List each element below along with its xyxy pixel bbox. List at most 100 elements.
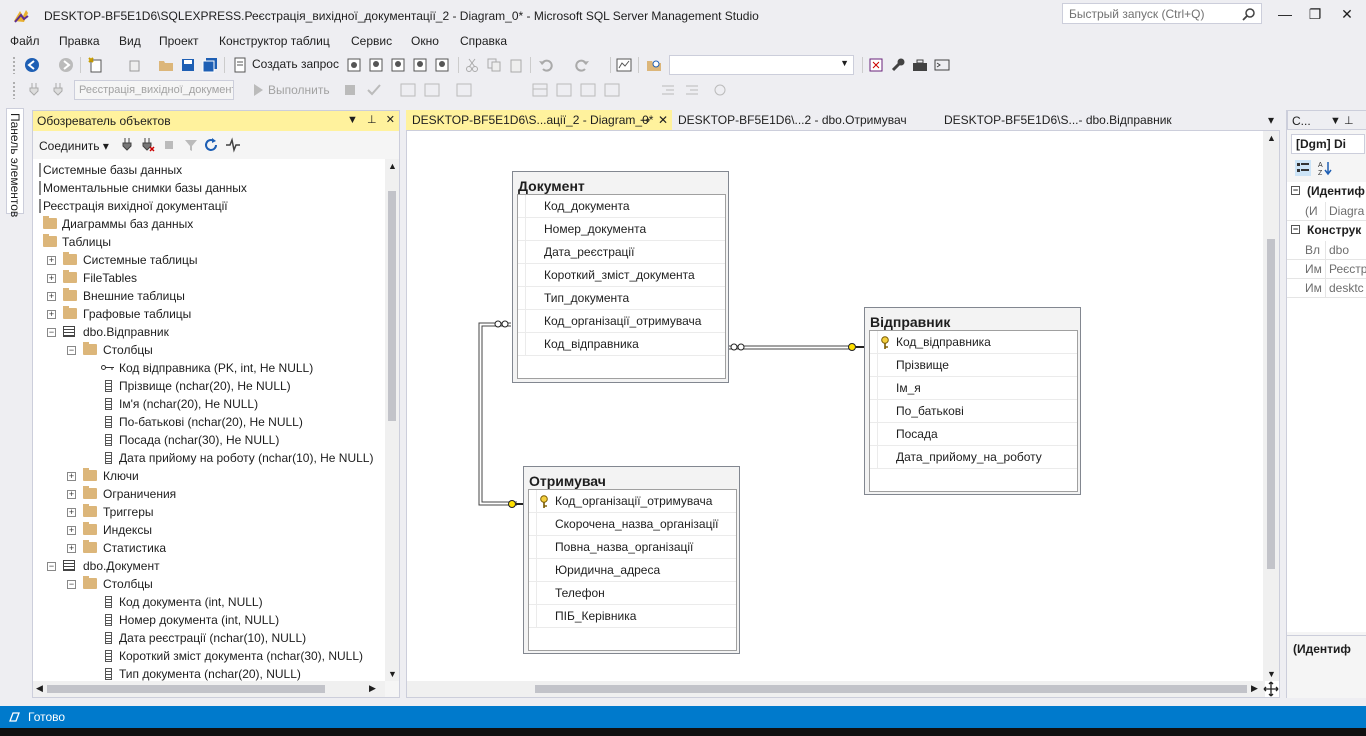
filter-icon[interactable]	[183, 137, 199, 153]
toolbox-icon[interactable]	[912, 57, 928, 73]
entity-column-row[interactable]: Короткий_зміст_документа	[518, 264, 725, 287]
activity-monitor-icon[interactable]	[616, 57, 632, 73]
row-selector[interactable]	[870, 354, 878, 377]
object-selector-combo[interactable]: [Dgm] Di	[1291, 134, 1365, 154]
entity-column-row[interactable]: Номер_документа	[518, 218, 725, 241]
tree-node[interactable]: Дата прийому на роботу (nchar(10), Не NU…	[33, 449, 385, 467]
expand-icon[interactable]: +	[67, 526, 76, 535]
forward-icon[interactable]	[58, 57, 74, 73]
horizontal-scrollbar[interactable]: ▶	[407, 681, 1265, 697]
vertical-scrollbar[interactable]: ▲ ▼	[1263, 131, 1279, 681]
mdx-query-icon[interactable]	[368, 57, 384, 73]
menu-tools[interactable]: Сервис	[351, 34, 392, 48]
toolbox-tab[interactable]: Панель элементов	[6, 108, 24, 217]
row-selector[interactable]	[870, 400, 878, 423]
new-query-icon[interactable]	[232, 57, 248, 73]
menu-window[interactable]: Окно	[411, 34, 439, 48]
entity-column-row[interactable]: По_батькові	[870, 400, 1077, 423]
pin-icon[interactable]: ⊥	[367, 114, 377, 126]
menu-file[interactable]: Файл	[10, 34, 40, 48]
scrollbar-thumb[interactable]	[47, 685, 325, 693]
pin-tab-icon[interactable]: ⊸	[640, 113, 650, 127]
results-to-grid-icon[interactable]	[532, 82, 548, 98]
row-selector[interactable]	[870, 377, 878, 400]
menu-view[interactable]: Вид	[119, 34, 141, 48]
horizontal-scrollbar[interactable]: ◀ ▶	[33, 681, 385, 697]
tree-node[interactable]: Моментальные снимки базы данных	[33, 179, 385, 197]
entity-otrymuvach[interactable]: Отримувач Код_організації_отримувача Скор…	[523, 466, 740, 654]
copy-icon[interactable]	[486, 57, 502, 73]
relationship-document-vidpravnyk[interactable]	[729, 343, 864, 351]
parse-checkmark-icon[interactable]	[366, 82, 382, 98]
tree-node[interactable]: − dbo.Документ	[33, 557, 385, 575]
change-connection-icon[interactable]	[50, 82, 66, 98]
find-in-files-icon[interactable]	[646, 57, 662, 73]
entity-column-row[interactable]: Дата_реєстрації	[518, 241, 725, 264]
tree-node[interactable]: + Индексы	[33, 521, 385, 539]
scroll-left-arrow-icon[interactable]: ◀	[36, 683, 43, 694]
row-selector[interactable]	[518, 333, 526, 356]
entity-column-row[interactable]: Телефон	[529, 582, 736, 605]
results-to-text-icon[interactable]	[456, 82, 472, 98]
pin-icon[interactable]: ⊥	[1344, 115, 1354, 127]
command-window-icon[interactable]	[934, 57, 950, 73]
activity-monitor-icon[interactable]	[225, 137, 241, 153]
tree-node[interactable]: Реєстрація вихідної документації	[33, 197, 385, 215]
close-panel-icon[interactable]: ✕	[386, 114, 395, 126]
scroll-right-arrow-icon[interactable]: ▶	[369, 683, 376, 694]
properties-wrench-icon[interactable]	[890, 57, 906, 73]
menu-project[interactable]: Проект	[159, 34, 199, 48]
expand-icon[interactable]: +	[47, 274, 56, 283]
entity-column-row[interactable]: Прізвище	[870, 354, 1077, 377]
close-tab-icon[interactable]: ✕	[658, 113, 668, 127]
entity-dokument[interactable]: Документ Код_документа Номер_документа Дат…	[512, 171, 729, 383]
save-all-icon[interactable]	[202, 57, 218, 73]
tree-node[interactable]: Тип документа (nchar(20), NULL)	[33, 665, 385, 681]
expand-icon[interactable]: +	[47, 292, 56, 301]
stop-icon[interactable]	[342, 82, 358, 98]
row-selector[interactable]	[529, 559, 537, 582]
specify-template-values-icon[interactable]	[712, 82, 728, 98]
tree-node[interactable]: + Внешние таблицы	[33, 287, 385, 305]
quick-launch-input[interactable]: Быстрый запуск (Ctrl+Q)	[1062, 3, 1262, 24]
row-selector[interactable]	[518, 287, 526, 310]
entity-column-row[interactable]: Код_організації_отримувача	[518, 310, 725, 333]
tree-node[interactable]: Код відправника (PK, int, Не NULL)	[33, 359, 385, 377]
new-query-button[interactable]: Создать запрос	[252, 57, 339, 71]
tree-node[interactable]: + Ключи	[33, 467, 385, 485]
entity-column-row[interactable]: Скорочена_назва_організації	[529, 513, 736, 536]
row-selector[interactable]	[870, 331, 878, 354]
scroll-up-arrow-icon[interactable]: ▲	[388, 161, 397, 171]
xmla-query-icon[interactable]	[412, 57, 428, 73]
tree-node[interactable]: Код документа (int, NULL)	[33, 593, 385, 611]
execute-button[interactable]: Выполнить	[268, 83, 330, 97]
collapse-icon[interactable]: −	[47, 328, 56, 337]
object-explorer-header[interactable]: Обозреватель объектов ▼ ⊥ ✕	[33, 111, 399, 131]
scroll-down-arrow-icon[interactable]: ▼	[388, 669, 397, 679]
scrollbar-thumb[interactable]	[535, 685, 1247, 693]
expand-icon[interactable]: +	[67, 472, 76, 481]
tree-node[interactable]: Номер документа (int, NULL)	[33, 611, 385, 629]
property-row[interactable]: (И Diagra	[1287, 202, 1366, 221]
row-selector[interactable]	[870, 446, 878, 469]
tree-node[interactable]: Таблицы	[33, 233, 385, 251]
redo-icon[interactable]	[574, 57, 590, 73]
tree-node[interactable]: + FileTables	[33, 269, 385, 287]
row-selector[interactable]	[529, 490, 537, 513]
connect-plug-icon[interactable]	[26, 82, 42, 98]
collapse-icon[interactable]: −	[67, 580, 76, 589]
collapse-icon[interactable]: −	[1291, 225, 1300, 234]
tree-node[interactable]: По-батькові (nchar(20), Не NULL)	[33, 413, 385, 431]
database-engine-query-icon[interactable]	[346, 57, 362, 73]
expand-icon[interactable]: +	[67, 508, 76, 517]
scroll-down-arrow-icon[interactable]: ▼	[1267, 669, 1276, 679]
dax-query-icon[interactable]	[434, 57, 450, 73]
row-selector[interactable]	[518, 241, 526, 264]
row-selector[interactable]	[529, 513, 537, 536]
collapse-icon[interactable]: −	[1291, 186, 1300, 195]
tree-node[interactable]: Системные базы данных	[33, 161, 385, 179]
toolbar-gripper[interactable]	[12, 56, 16, 74]
new-project-icon[interactable]	[88, 57, 104, 73]
row-selector[interactable]	[529, 605, 537, 628]
tree-node[interactable]: Посада (nchar(30), Не NULL)	[33, 431, 385, 449]
